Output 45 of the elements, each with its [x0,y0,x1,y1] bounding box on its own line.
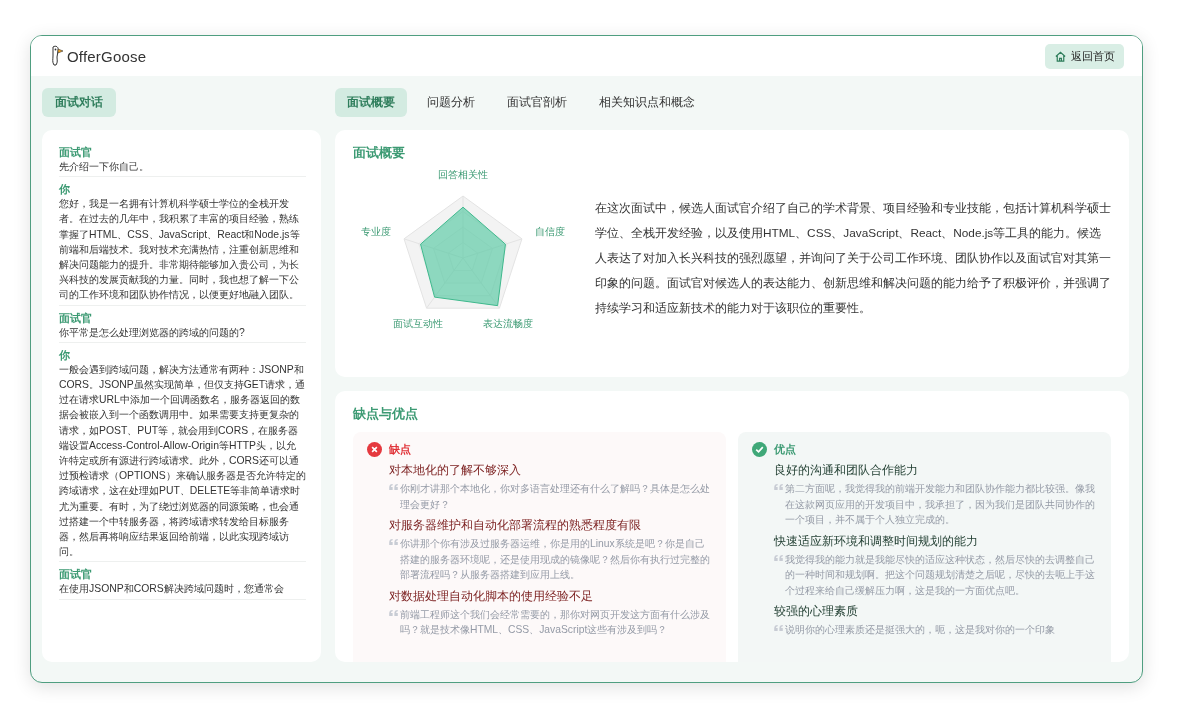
section-title: 面试概要 [353,144,406,162]
message-text: 你平常是怎么处理浏览器的跨域的问题的? [59,325,246,340]
quote-icon [774,484,783,490]
home-button[interactable]: 返回首页 [1045,43,1124,69]
tab[interactable]: 面试官剖析 [495,88,579,117]
radar-axis-label: 回答相关性 [438,169,488,180]
panel-title: 优点 [774,442,796,457]
speaker-name: 面试官 [59,567,93,582]
quote-icon [389,539,398,545]
quote-text: 你刚才讲那个本地化，你对多语言处理还有什么了解吗？具体是怎么处理会更好？ [400,482,711,512]
quote-text: 你讲那个你有涉及过服务器运维，你是用的Linux系统是吧？你是自己搭建的服务器环境呢，还是使用现成的镜像呢？然后你有执行过完整的部署流程吗？从服务器搭建到应用上线。 [400,537,711,582]
message-text: 您好，我是一名拥有计算机科学硕士学位的全栈开发者。在过去的几年中，我积累了丰富的项目经验，熟练掌握了HTML、CSS、JavaScript、React和Node.js等前端和后端技术。我对技术充满热情，注重创新思维和解决问题能力的提升。非常期待能够加入贵公司，为长兴科技的发展贡献我的力量。同时，我也想了解一下公司的工作环境和团队协作情况，以便更好地融入团队。 [59,197,301,303]
tab[interactable]: 问题分析 [415,88,487,117]
logo-text: OfferGoose [67,47,147,65]
point-title: 对本地化的了解不够深入 [389,462,522,479]
speaker-name: 面试官 [59,145,93,159]
radar-axis-label: 面试互动性 [393,318,444,330]
quote-icon [774,625,783,631]
point-title: 良好的沟通和团队合作能力 [774,462,919,479]
radar-axis-label: 自信度 [535,225,566,237]
point-title: 对数据处理自动化脚本的使用经验不足 [389,587,594,605]
radar-axis-label: 表达流畅度 [482,318,533,330]
speaker-name: 你 [59,347,71,362]
message-text: 先介绍一下你自己。 [59,160,150,174]
point-title: 较强的心理素质 [774,603,859,620]
speaker-name: 面试官 [59,310,93,325]
quote-icon [389,484,398,490]
point-title: 快速适应新环境和调整时间规划的能力 [774,532,979,550]
home-icon [1054,49,1067,63]
message-text: 一般会遇到跨域问题，解决方法通常有两种：JSONP和CORS。JSONP虽然实现简单，但仅支持GET请求，通过在请求URL中添加一个回调函数名，服务器返回的数据会被嵌入到一个函数调用中。如果需要支持更复杂的请求，如POST、PUT等，就会用到CORS，在服务器端设置Access-Control-Allow-Origin等HTTP头，以允许特定或所有源进行跨域请求。此外，CORS还可以通过预检请求（OPTIONS）来确认服务器是否允许特定的跨域请求，这在处理如PUT、DELETE等非简单请求时尤为重要。有时，为了绕过浏览器的同源策略，也会通过搭建一个中转服务器，将跨域请求转发给目标服务器，然后再将响应结果返回给前端，以此实现跨域访问。 [59,362,306,560]
radar-axis-label: 专业度 [360,225,391,237]
error-icon [367,442,382,457]
message-text: 在使用JSONP和CORS解决跨域问题时，您通常会 [59,582,285,597]
quote-icon [389,609,398,616]
check-icon [752,442,767,457]
speaker-name: 你 [59,182,71,197]
summary-text: 在这次面试中，候选人面试官介绍了自己的学术背景、项目经验和专业技能，包括计算机科学硕士学位、全栈开发经验，以及使用HTML、CSS、JavaScript、React、Node.js等工具的能力。候选人表达了对加入长兴科技的强烈愿望，并询问了关于公司工作环境、团队协作以及面试官对其第一印象的问题。面试官对候选人的表达能力、创新思维和解决问题的能力给予了积极评价，并强调了持续学习和适应新技术的能力对于该职位的重要性。 [595,199,1111,317]
tab[interactable]: 面试概要 [335,88,407,117]
quote-icon [774,554,783,561]
point-title: 对服务器维护和自动化部署流程的熟悉程度有限 [389,517,642,534]
sidebar-tab[interactable]: 面试对话 [42,88,116,117]
quote-text: 前端工程师这个我们会经常需要的，那你对网页开发这方面有什么涉及吗？就是技术像HTML、CSS、JavaScript这些有涉及到吗？ [400,607,711,637]
section-title: 缺点与优点 [353,405,419,423]
tab[interactable]: 相关知识点和概念 [587,88,707,117]
panel-title: 缺点 [389,442,411,457]
